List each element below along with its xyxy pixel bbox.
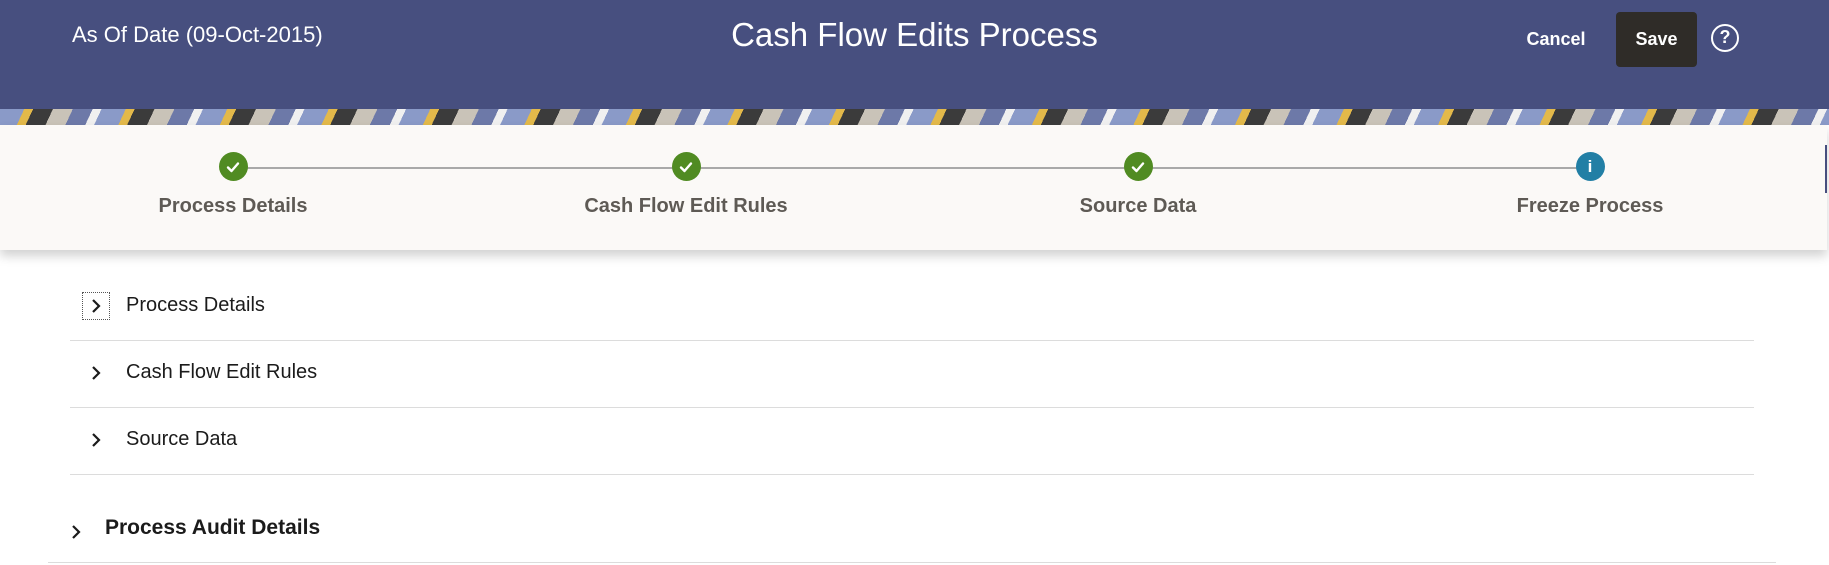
chevron-right-icon[interactable] (82, 292, 110, 320)
help-icon[interactable]: ? (1711, 24, 1739, 52)
section-cash-flow-edit-rules[interactable]: Cash Flow Edit Rules (70, 341, 1754, 408)
section-source-data[interactable]: Source Data (70, 408, 1754, 475)
check-icon (218, 152, 248, 181)
section-label: Source Data (126, 428, 238, 450)
chevron-right-icon[interactable] (82, 359, 110, 387)
train-edge-marker (1825, 145, 1827, 193)
train-step-source-data[interactable]: Source Data (988, 152, 1288, 218)
section-process-audit-details[interactable]: Process Audit Details (48, 500, 1776, 563)
check-icon (1123, 152, 1153, 181)
app-header: As Of Date (09-Oct-2015) Cash Flow Edits… (0, 0, 1829, 109)
save-button[interactable]: Save (1616, 12, 1697, 67)
section-process-details[interactable]: Process Details (70, 274, 1754, 341)
train-step-label: Cash Flow Edit Rules (584, 195, 788, 217)
chevron-right-icon[interactable] (62, 518, 90, 546)
train-step-label: Source Data (1079, 195, 1197, 217)
check-icon (671, 152, 701, 181)
decorative-banner (0, 109, 1829, 125)
info-icon: i (1575, 152, 1605, 181)
train-step-label: Freeze Process (1516, 195, 1664, 217)
chevron-right-icon[interactable] (82, 426, 110, 454)
train-step-process-details[interactable]: Process Details (83, 152, 383, 218)
train-step-freeze-process[interactable]: i Freeze Process (1440, 152, 1740, 218)
section-label: Cash Flow Edit Rules (126, 361, 318, 383)
as-of-date: As Of Date (09-Oct-2015) (72, 22, 323, 47)
section-label: Process Audit Details (105, 516, 321, 539)
train-step-cash-flow-edit-rules[interactable]: Cash Flow Edit Rules (536, 152, 836, 218)
section-label: Process Details (126, 294, 265, 316)
cancel-button[interactable]: Cancel (1510, 12, 1602, 66)
train-step-label: Process Details (158, 195, 308, 217)
process-train: Process Details Cash Flow Edit Rules Sou… (0, 125, 1827, 250)
